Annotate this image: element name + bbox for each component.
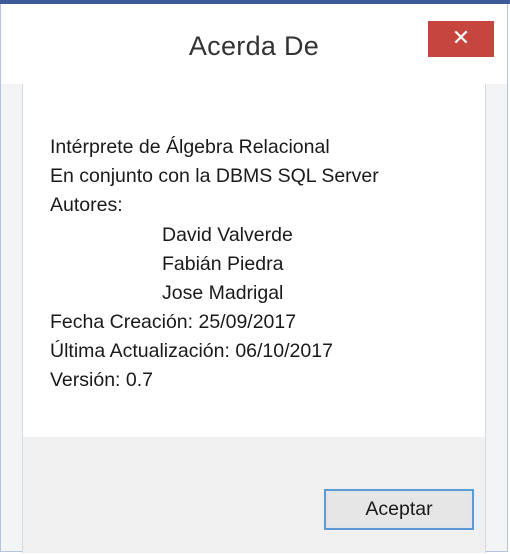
about-content-panel: Intérprete de Álgebra Relacional En conj… [23,84,485,437]
author-name: David Valverde [162,224,293,246]
creation-date-text: Fecha Creación: 25/09/2017 [50,311,297,333]
authors-label: Autores: [50,194,123,216]
dialog-client-area: Intérprete de Álgebra Relacional En conj… [22,84,486,553]
author-name: Jose Madrigal [162,282,284,304]
author-name: Fabián Piedra [162,253,284,275]
app-name-text: Intérprete de Álgebra Relacional [50,136,330,158]
title-bar[interactable]: Acerda De ✕ [1,4,507,84]
last-update-text: Última Actualización: 06/10/2017 [50,340,333,362]
close-button[interactable]: ✕ [428,21,494,57]
close-icon: ✕ [451,26,471,51]
ok-button[interactable]: Aceptar [324,489,474,530]
about-dialog: Acerda De ✕ Intérprete de Álgebra Relaci… [0,4,508,553]
dbms-text: En conjunto con la DBMS SQL Server [50,165,379,187]
version-text: Versión: 0.7 [50,369,153,391]
